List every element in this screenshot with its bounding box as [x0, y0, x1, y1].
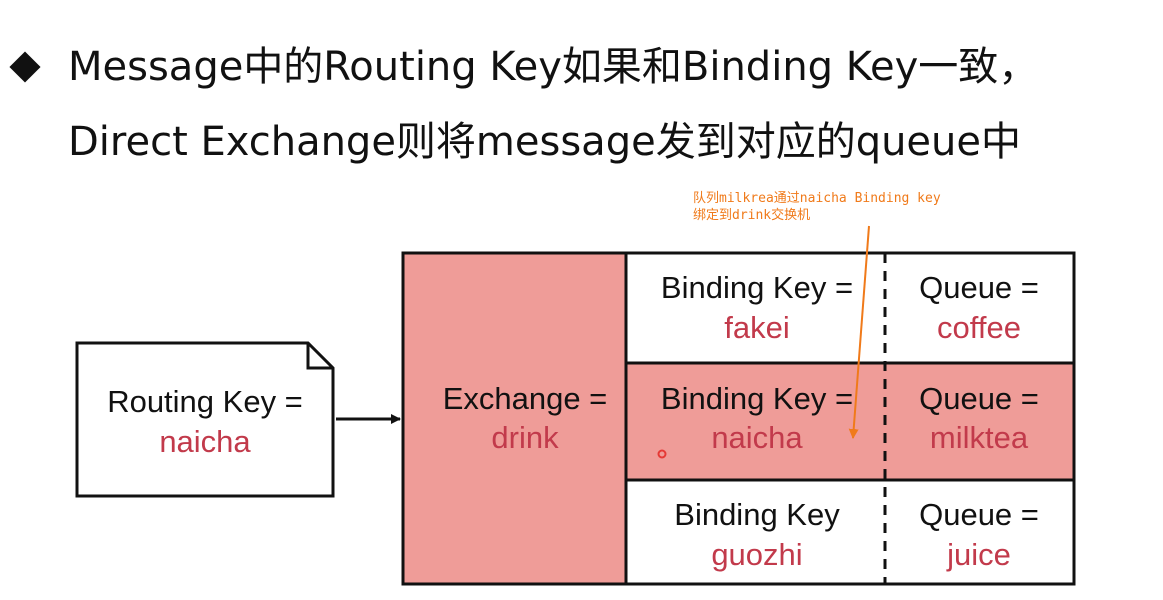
exchange-label: Exchange =	[443, 381, 608, 416]
routing-key-label: Routing Key =	[107, 384, 303, 419]
binding-key-label-3: Binding Key	[674, 497, 840, 532]
binding-key-value-2: naicha	[711, 420, 803, 455]
queue-value-1: coffee	[937, 310, 1021, 345]
message-box	[75, 341, 335, 498]
exchange-value: drink	[491, 420, 559, 455]
exchange-panel	[403, 253, 626, 584]
binding-key-label-2: Binding Key =	[661, 381, 853, 416]
queue-value-3: juice	[946, 537, 1011, 572]
binding-key-value-3: guozhi	[711, 537, 802, 572]
binding-key-value-1: fakei	[724, 310, 789, 345]
queue-label-3: Queue =	[919, 497, 1039, 532]
queue-value-2: milktea	[930, 420, 1029, 455]
queue-label-2: Queue =	[919, 381, 1039, 416]
queue-label-1: Queue =	[919, 270, 1039, 305]
binding-key-label-1: Binding Key =	[661, 270, 853, 305]
direct-exchange-diagram: Routing Key = naicha Exchange = drink Bi…	[75, 225, 1076, 586]
routing-key-value: naicha	[159, 424, 251, 459]
